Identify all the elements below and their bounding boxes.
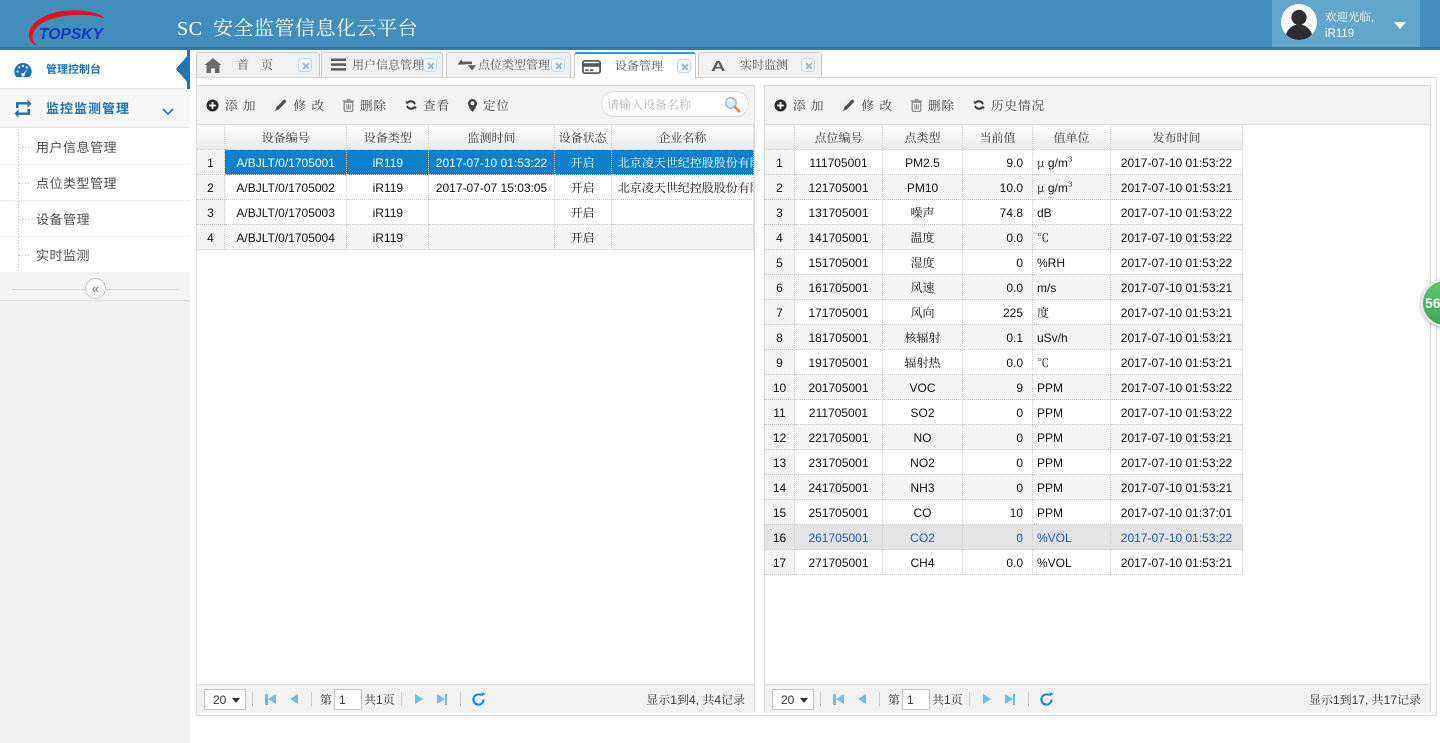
svg-text:TOPSKY: TOPSKY [39,26,104,43]
svg-text:A: A [711,59,726,72]
